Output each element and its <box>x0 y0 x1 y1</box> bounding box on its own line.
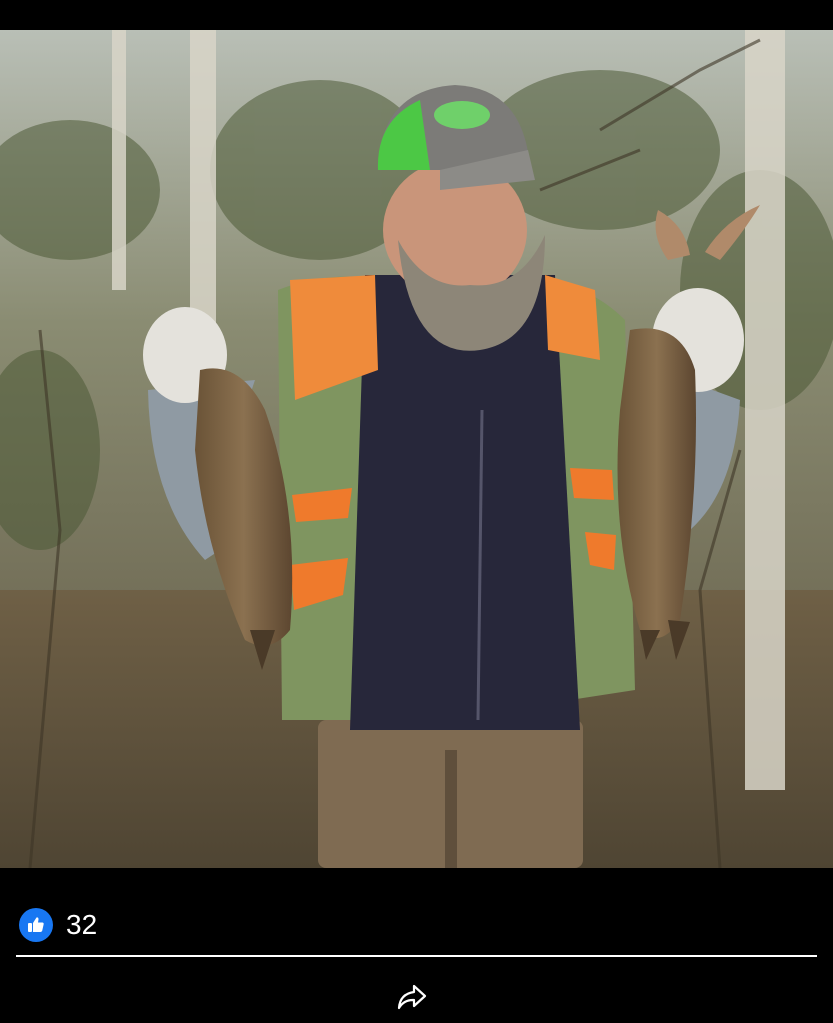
like-count: 32 <box>66 909 98 940</box>
photo-viewer: 32 <box>0 0 833 1023</box>
share-button[interactable] <box>392 978 432 1016</box>
post-photo[interactable] <box>0 30 833 868</box>
thumbs-up-icon <box>19 908 53 942</box>
hunter-photo-illustration <box>0 30 833 868</box>
reactions-summary[interactable]: 32 <box>19 906 97 944</box>
share-arrow-icon <box>397 984 427 1010</box>
divider <box>16 955 817 957</box>
